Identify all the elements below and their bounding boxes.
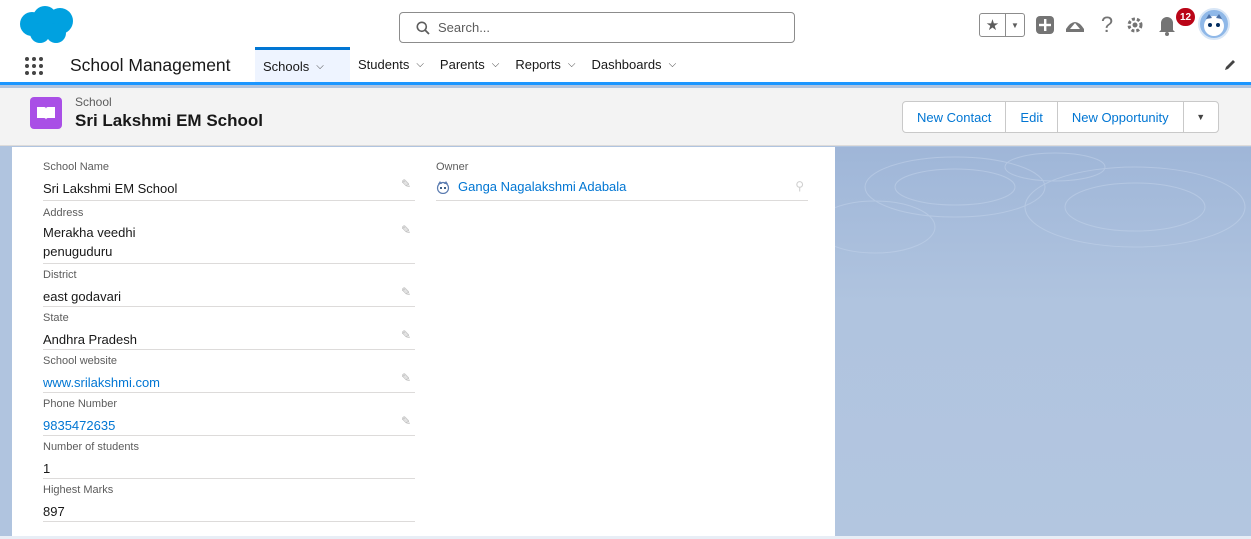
field-school-name: School Name Sri Lakshmi EM School ✎ [43,161,415,201]
field-value: Andhra Pradesh [43,332,137,347]
chevron-down-icon[interactable]: ▼ [1006,14,1024,36]
chevron-down-icon: ▼ [1196,112,1206,122]
edit-pencil-icon[interactable]: ✎ [401,414,411,428]
new-contact-button[interactable]: New Contact [902,101,1007,133]
edit-nav-pencil-icon[interactable] [1223,58,1237,75]
tab-label: Students [358,57,410,72]
new-opportunity-button[interactable]: New Opportunity [1056,101,1184,133]
change-owner-icon[interactable]: ⚲ [795,179,804,193]
user-avatar[interactable] [1198,8,1230,40]
address-line-2: penuguduru [43,244,113,259]
chevron-down-icon[interactable]: ⌵ [669,59,677,70]
field-value: 897 [43,504,65,519]
tab-dashboards[interactable]: Dashboards ⌵ [583,47,684,82]
field-label: District [43,269,77,281]
search-icon [416,21,430,35]
field-label: Number of students [43,441,139,453]
app-launcher-icon[interactable] [24,56,44,76]
owner-avatar-icon [436,180,450,194]
record-type-label: School [75,95,112,109]
chevron-down-icon[interactable]: ⌵ [568,59,576,70]
field-label: Phone Number [43,398,117,410]
global-header: Search... ★ ▼ ? 12 [0,0,1251,47]
record-detail-card: School Name Sri Lakshmi EM School ✎ Addr… [12,147,835,539]
global-actions-icon[interactable] [1034,14,1056,36]
school-record-icon [30,97,62,129]
trailhead-icon[interactable] [1064,14,1086,36]
topography-pattern [814,152,1246,254]
record-title: Sri Lakshmi EM School [75,111,263,130]
field-label: School website [43,355,117,367]
address-line-1: Merakha veedhi [43,225,136,240]
global-search-input[interactable]: Search... [399,12,795,43]
help-icon[interactable]: ? [1096,12,1118,37]
gear-icon[interactable] [1124,14,1146,36]
app-navigation-bar: School Management Schools ⌵ Students ⌵ P… [0,47,1251,85]
star-icon[interactable]: ★ [980,14,1006,36]
phone-link[interactable]: 9835472635 [43,416,415,435]
search-placeholder: Search... [438,20,491,35]
chevron-down-icon[interactable]: ⌵ [492,59,500,70]
owner-name: Ganga Nagalakshmi Adabala [458,179,627,194]
field-label: State [43,312,69,324]
chevron-down-icon[interactable]: ⌵ [316,61,324,72]
tab-label: Parents [439,57,485,72]
field-district: District east godavari ✎ [43,269,415,307]
chevron-down-icon[interactable]: ⌵ [416,59,424,70]
field-number-of-students: Number of students 1 [43,441,415,479]
field-value: east godavari [43,289,122,304]
owner-link[interactable]: Ganga Nagalakshmi Adabala [436,179,808,194]
notification-bell-icon[interactable] [1156,14,1178,36]
record-highlights-panel: School Sri Lakshmi EM School New Contact… [0,88,1251,146]
field-value: 1 [43,461,51,476]
tab-label: Schools [263,58,310,74]
field-label: School Name [43,161,110,173]
tab-label: Reports [515,57,561,72]
edit-pencil-icon[interactable]: ✎ [401,285,411,299]
field-label: Owner [436,161,469,173]
nav-tabs: Schools ⌵ Students ⌵ Parents ⌵ Reports ⌵… [255,47,684,82]
app-name: School Management [70,55,231,75]
field-highest-marks: Highest Marks 897 [43,484,415,522]
field-value: Merakha veedhi penuguduru [43,223,415,261]
tab-students[interactable]: Students ⌵ [350,47,432,82]
edit-button[interactable]: Edit [1005,101,1058,133]
decorative-background-panel [814,147,1251,539]
edit-pencil-icon[interactable]: ✎ [401,371,411,385]
field-state: State Andhra Pradesh ✎ [43,312,415,350]
tab-schools[interactable]: Schools ⌵ [255,47,350,82]
edit-pencil-icon[interactable]: ✎ [401,328,411,342]
edit-pencil-icon[interactable]: ✎ [401,177,411,191]
field-value: Sri Lakshmi EM School [43,181,178,196]
more-actions-dropdown[interactable]: ▼ [1182,101,1219,133]
field-label: Address [43,207,84,219]
tab-reports[interactable]: Reports ⌵ [507,47,583,82]
page-background [0,147,12,539]
notification-badge: 12 [1176,8,1196,26]
field-school-website: School website www.srilakshmi.com ✎ [43,355,415,393]
field-phone-number: Phone Number 9835472635 ✎ [43,398,415,436]
record-actions: New Contact Edit New Opportunity ▼ [902,101,1219,133]
edit-pencil-icon[interactable]: ✎ [401,223,411,237]
field-label: Highest Marks [43,484,114,496]
tab-label: Dashboards [591,57,662,72]
favorites-button-group[interactable]: ★ ▼ [979,13,1025,37]
salesforce-cloud-logo[interactable] [18,6,76,44]
tab-parents[interactable]: Parents ⌵ [432,47,507,82]
website-link[interactable]: www.srilakshmi.com [43,373,415,392]
field-address: Address Merakha veedhi penuguduru ✎ [43,207,415,264]
field-owner: Owner Ganga Nagalakshmi Adabala ⚲ [436,161,808,201]
